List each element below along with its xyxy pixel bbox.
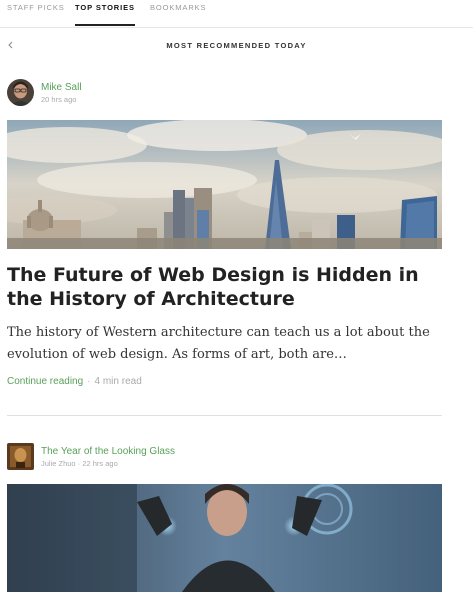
collection-thumbnail[interactable] — [7, 443, 34, 470]
separator-dot: · — [77, 459, 81, 468]
tab-bookmarks[interactable]: Bookmarks — [150, 3, 206, 12]
post-time: 20 hrs ago — [41, 95, 77, 104]
post-author[interactable]: Julie Zhuo — [41, 459, 76, 468]
post-excerpt: The history of Western architecture can … — [7, 325, 430, 362]
separator-dot: · — [87, 376, 91, 387]
continue-reading-link[interactable]: Continue reading — [7, 376, 83, 387]
section-title: MOST RECOMMENDED TODAY — [166, 41, 307, 50]
active-tab-indicator — [75, 24, 135, 26]
post-author[interactable]: Mike Sall — [41, 82, 82, 93]
post-byline: Julie Zhuo · 22 hrs ago — [41, 459, 118, 468]
post-title-link[interactable]: The Year of the Looking Glass — [41, 446, 175, 457]
post-footer: Continue reading · 4 min read — [7, 376, 142, 387]
read-time: 4 min read — [94, 376, 142, 387]
tab-top-stories[interactable]: Top Stories — [75, 3, 135, 12]
post-title[interactable]: The Future of Web Design is Hidden in th… — [7, 263, 447, 311]
tab-bar: Staff Picks Top Stories Bookmarks — [0, 0, 473, 28]
post-hero-image[interactable] — [7, 484, 442, 592]
avatar[interactable] — [7, 79, 34, 106]
post-time: 22 hrs ago — [82, 459, 118, 468]
tab-staff-picks[interactable]: Staff Picks — [7, 3, 65, 12]
post-divider — [7, 415, 442, 416]
post-hero-image[interactable] — [7, 120, 442, 249]
